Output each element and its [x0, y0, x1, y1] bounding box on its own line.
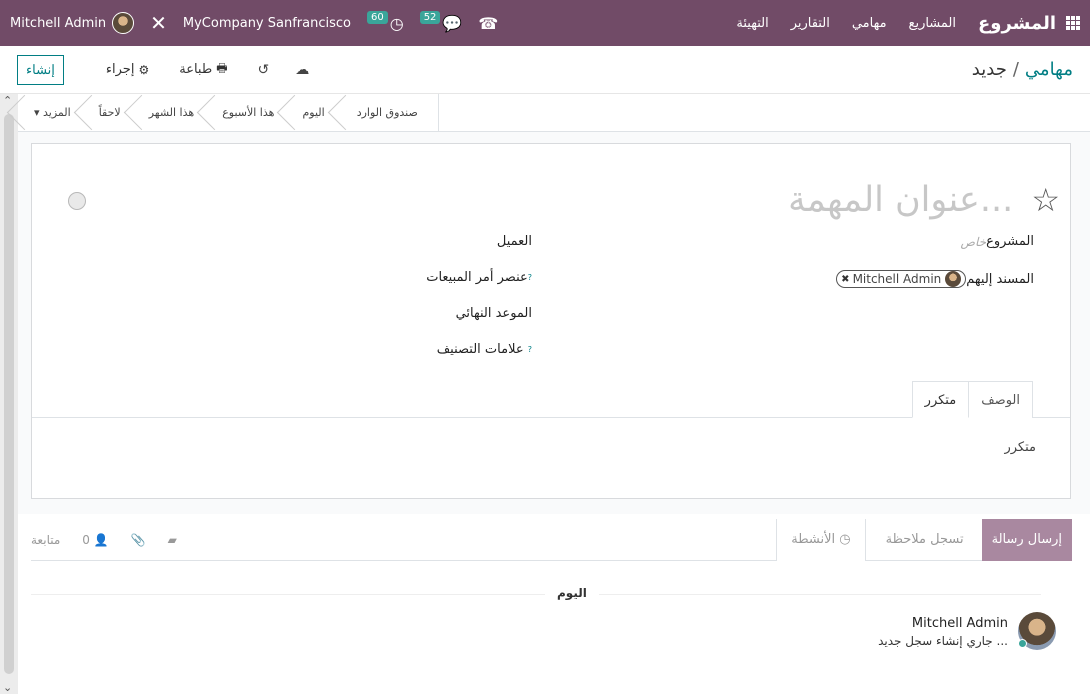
- tab-recurrence[interactable]: متكرر: [911, 381, 970, 418]
- task-title-input[interactable]: عنوان المهمة...: [788, 180, 1013, 220]
- phone-icon[interactable]: ☎: [478, 14, 498, 33]
- title-row: عنوان المهمة... ☆: [788, 180, 1060, 220]
- breadcrumb: جديد / مهامي: [972, 59, 1073, 80]
- scroll-down-icon[interactable]: ⌄: [3, 681, 12, 694]
- help-tooltip-icon[interactable]: ?: [528, 345, 532, 354]
- customer-label: العميل: [496, 234, 532, 249]
- priority-star-icon[interactable]: ☆: [1031, 181, 1060, 219]
- deadline-label: الموعد النهائي: [455, 306, 532, 321]
- message-author[interactable]: Mitchell Admin: [878, 616, 1008, 631]
- sale-line-label: عنصر أمر المبيعات: [426, 270, 528, 285]
- date-separator-line: [31, 594, 1041, 595]
- message-count-badge: 52: [419, 10, 441, 24]
- kanban-state-circle-icon[interactable]: [68, 192, 86, 210]
- discard-icon[interactable]: ↺: [258, 62, 270, 78]
- paperclip-icon[interactable]: 📎: [131, 533, 146, 547]
- activity-menu[interactable]: 60 ◷: [366, 10, 404, 33]
- action-label: إجراء: [105, 62, 135, 77]
- tab-description[interactable]: الوصف: [969, 381, 1033, 418]
- stage-statusbar: ▾ المزيد لاحقاً هذا الشهر هذا الأسبوع ال…: [18, 94, 1090, 132]
- apps-grid-icon: [1066, 16, 1080, 30]
- assignees-field: ✖ Mitchell Admin المسند إليهم: [822, 270, 1034, 288]
- gear-icon: ⚙: [138, 62, 150, 77]
- stage-list: ▾ المزيد لاحقاً هذا الشهر هذا الأسبوع ال…: [18, 94, 439, 131]
- action-menu-button[interactable]: إجراء ⚙: [106, 62, 149, 77]
- tags-field[interactable]: علامات التصنيف ?: [437, 342, 532, 357]
- stage-inbox[interactable]: صندوق الوارد: [339, 94, 438, 131]
- online-status-dot: [1018, 639, 1027, 648]
- chat-bubbles-icon: 💬: [442, 13, 463, 33]
- sale-line-field[interactable]: عنصر أمر المبيعات?: [426, 270, 532, 285]
- project-value[interactable]: خاص: [961, 235, 987, 249]
- project-label: المشروع: [986, 234, 1034, 249]
- date-separator-label: اليوم: [545, 586, 599, 600]
- stage-more-label: المزيد: [43, 106, 71, 119]
- message-text: جاري إنشاء سجل جديد ...: [878, 634, 1008, 648]
- breadcrumb-current: جديد: [971, 59, 1007, 80]
- log-note-button[interactable]: تسجل ملاحظة: [876, 519, 974, 561]
- activities-button[interactable]: الأنشطة ◷: [776, 518, 866, 561]
- save-cloud-icon[interactable]: ☁: [295, 62, 309, 78]
- scrollbar[interactable]: ⌃ ⌄: [0, 94, 18, 694]
- menu-projects[interactable]: المشاريع: [909, 16, 956, 31]
- control-panel: إنشاء إجراء ⚙ طباعة 🖶 ↺ ☁ جديد / مهامي: [0, 46, 1090, 94]
- menu-my-tasks[interactable]: مهامي: [852, 16, 887, 31]
- create-button[interactable]: إنشاء: [17, 54, 64, 85]
- activities-label: الأنشطة: [791, 532, 836, 547]
- user-icon: 👤: [93, 532, 109, 547]
- followers-button[interactable]: 0 👤: [82, 533, 108, 547]
- chatter-topbar: متابعة 0 👤 📎 ▰ الأنشطة ◷ تسجل ملاحظة إرس…: [31, 518, 1072, 561]
- breadcrumb-parent-link[interactable]: مهامي: [1025, 59, 1073, 80]
- clock-icon: ◷: [839, 532, 851, 547]
- app-title[interactable]: المشروع: [978, 13, 1080, 34]
- tab-content: متكرر: [1004, 440, 1036, 455]
- breadcrumb-separator: /: [1012, 59, 1019, 80]
- user-menu[interactable]: Mitchell Admin: [10, 12, 135, 34]
- messaging-menu[interactable]: 52 💬: [419, 10, 463, 33]
- customer-field[interactable]: العميل: [497, 234, 532, 249]
- user-name: Mitchell Admin: [10, 15, 107, 31]
- followers-count: 0: [82, 532, 90, 547]
- notebook-tabs: متكرر الوصف: [911, 381, 1033, 418]
- user-avatar: [112, 12, 135, 34]
- project-field: خاص المشروع: [937, 234, 1035, 249]
- debug-tools-icon[interactable]: ✕: [150, 11, 167, 35]
- book-icon[interactable]: ▰: [168, 533, 177, 547]
- task-form-sheet: عنوان المهمة... ☆ خاص المشروع ✖ Mitchell…: [31, 143, 1071, 499]
- chatter-message: Mitchell Admin جاري إنشاء سجل جديد ...: [878, 612, 1056, 650]
- send-message-button[interactable]: إرسال رسالة: [981, 518, 1072, 561]
- top-navbar: Mitchell Admin ✕ MyCompany Sanfrancisco …: [0, 0, 1090, 46]
- deadline-field[interactable]: الموعد النهائي: [456, 306, 532, 321]
- message-avatar[interactable]: [1018, 612, 1056, 650]
- message-body: Mitchell Admin جاري إنشاء سجل جديد ...: [878, 612, 1008, 648]
- scrollbar-thumb[interactable]: [4, 114, 14, 674]
- date-separator: اليوم: [31, 586, 1072, 602]
- print-menu-button[interactable]: طباعة 🖶: [179, 59, 227, 80]
- assignee-avatar: [945, 271, 962, 287]
- assignee-tag[interactable]: ✖ Mitchell Admin: [836, 270, 967, 288]
- clock-icon: ◷: [389, 13, 404, 33]
- activity-count-badge: 60: [366, 10, 388, 24]
- scroll-up-icon[interactable]: ⌃: [3, 94, 12, 107]
- tags-label: علامات التصنيف: [436, 342, 524, 357]
- print-label: طباعة: [179, 62, 213, 77]
- app-title-text: المشروع: [978, 12, 1056, 34]
- follow-button[interactable]: متابعة: [31, 533, 60, 547]
- company-switcher[interactable]: MyCompany Sanfrancisco: [183, 16, 351, 31]
- remove-tag-icon[interactable]: ✖: [841, 274, 849, 285]
- help-tooltip-icon[interactable]: ?: [528, 273, 532, 282]
- assignee-tag-label: Mitchell Admin: [852, 272, 942, 286]
- printer-icon: 🖶: [216, 61, 228, 75]
- assignees-label: المسند إليهم: [966, 271, 1034, 287]
- menu-configuration[interactable]: التهيئة: [736, 16, 768, 31]
- menu-reporting[interactable]: التقارير: [791, 16, 830, 31]
